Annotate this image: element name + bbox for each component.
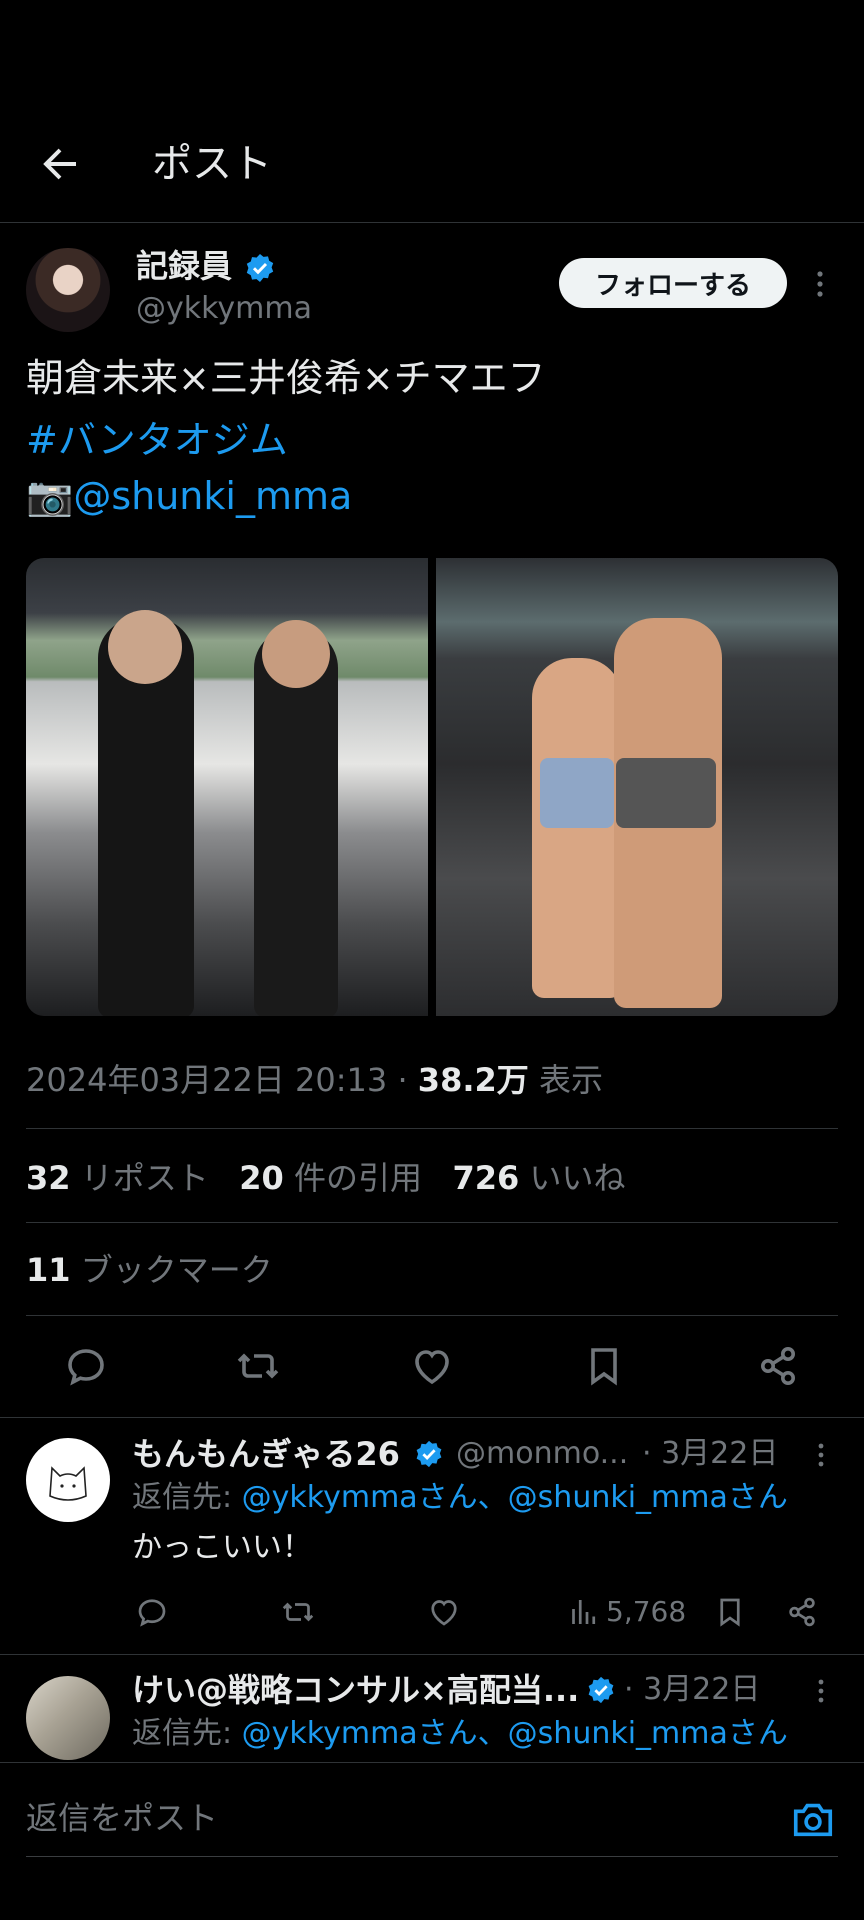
mention-link[interactable]: @shunki_mma — [73, 474, 352, 518]
verified-badge-icon — [244, 252, 276, 284]
page-title: ポスト — [152, 141, 272, 187]
media-grid — [26, 558, 838, 1016]
reply-input[interactable]: 返信をポスト — [26, 1796, 218, 1840]
post-timestamp[interactable]: 2024年03月22日 20:13 — [26, 1061, 387, 1099]
post-photo[interactable] — [26, 558, 428, 1016]
photo-figure-shorts — [616, 758, 716, 828]
like-icon[interactable] — [426, 1594, 462, 1630]
post-text: 朝倉未来×三井俊希×チマエフ — [26, 356, 546, 400]
repost-icon[interactable] — [280, 1594, 316, 1630]
composer-divider — [0, 1762, 864, 1763]
reply-views-count: 5,768 — [606, 1595, 687, 1628]
divider — [26, 1128, 838, 1129]
divider — [26, 1315, 838, 1316]
quotes-stat[interactable]: 20 件の引用 — [239, 1159, 422, 1197]
reposts-stat[interactable]: 32 リポスト — [26, 1159, 209, 1197]
reply-author-handle[interactable]: @monmo... — [456, 1434, 628, 1474]
views-count: 38.2万 — [417, 1061, 529, 1099]
post-meta: 2024年03月22日 20:13 · 38.2万 表示 — [26, 1058, 603, 1102]
share-icon[interactable] — [754, 1342, 802, 1390]
bookmark-icon[interactable] — [712, 1594, 748, 1630]
reply-text: かっこいい！ — [132, 1530, 312, 1565]
composer-underline — [26, 1856, 838, 1857]
repost-icon[interactable] — [234, 1342, 282, 1390]
reply-author-name[interactable]: けい@戦略コンサル×高配当... — [132, 1670, 579, 1710]
more-options-icon[interactable] — [810, 1674, 832, 1708]
author-handle[interactable]: @ykkymma — [136, 290, 312, 328]
reply-icon[interactable] — [62, 1342, 110, 1390]
verified-badge-icon — [586, 1675, 616, 1705]
photo-figure — [532, 658, 622, 998]
reply-to-line: 返信先: @ykkymmaさん、@shunki_mmaさん — [132, 1480, 788, 1515]
bookmarks-stat[interactable]: 11 ブックマーク — [26, 1248, 273, 1292]
camera-icon[interactable] — [790, 1796, 836, 1842]
like-icon[interactable] — [408, 1342, 456, 1390]
camera-emoji: 📷 — [26, 474, 74, 518]
follow-button[interactable]: フォローする — [559, 258, 787, 308]
reply-author-name[interactable]: もんもんぎゃる26 — [132, 1434, 400, 1474]
views-label: 表示 — [538, 1061, 603, 1099]
post-mention-line: 📷@shunki_mma — [26, 470, 352, 522]
reply-date[interactable]: · 3月22日 — [642, 1434, 778, 1474]
engagement-stats: 32 リポスト 20 件の引用 726 いいね — [26, 1156, 625, 1200]
meta-separator: · — [387, 1061, 418, 1099]
reply-to-mentions[interactable]: @ykkymmaさん、@shunki_mmaさん — [242, 1480, 788, 1515]
share-icon[interactable] — [784, 1594, 820, 1630]
bookmark-icon[interactable] — [580, 1342, 628, 1390]
reply-date[interactable]: · 3月22日 — [624, 1670, 760, 1710]
views-chart-icon[interactable] — [566, 1594, 602, 1630]
reply-icon[interactable] — [134, 1594, 170, 1630]
reply-avatar[interactable] — [26, 1438, 110, 1522]
photo-figure-shorts — [540, 758, 614, 828]
reply-avatar[interactable] — [26, 1676, 110, 1760]
post-photo[interactable] — [436, 558, 838, 1016]
likes-stat[interactable]: 726 いいね — [452, 1159, 625, 1197]
back-arrow-icon[interactable] — [36, 140, 84, 188]
divider — [26, 1222, 838, 1223]
photo-figure-head — [108, 610, 182, 684]
header-divider — [0, 222, 864, 223]
hashtag-link[interactable]: #バンタオジム — [26, 414, 288, 466]
verified-badge-icon — [414, 1439, 444, 1469]
photo-figure-head — [262, 620, 330, 688]
more-options-icon[interactable] — [810, 1438, 832, 1472]
more-options-icon[interactable] — [808, 264, 832, 304]
reply-to-line: 返信先: @ykkymmaさん、@shunki_mmaさん — [132, 1716, 788, 1751]
author-avatar[interactable] — [26, 248, 110, 332]
divider — [0, 1417, 864, 1418]
author-name[interactable]: 記録員 — [136, 246, 232, 286]
reply-composer — [0, 1762, 864, 1920]
divider — [0, 1654, 864, 1655]
reply-to-mentions[interactable]: @ykkymmaさん、@shunki_mmaさん — [242, 1716, 788, 1751]
